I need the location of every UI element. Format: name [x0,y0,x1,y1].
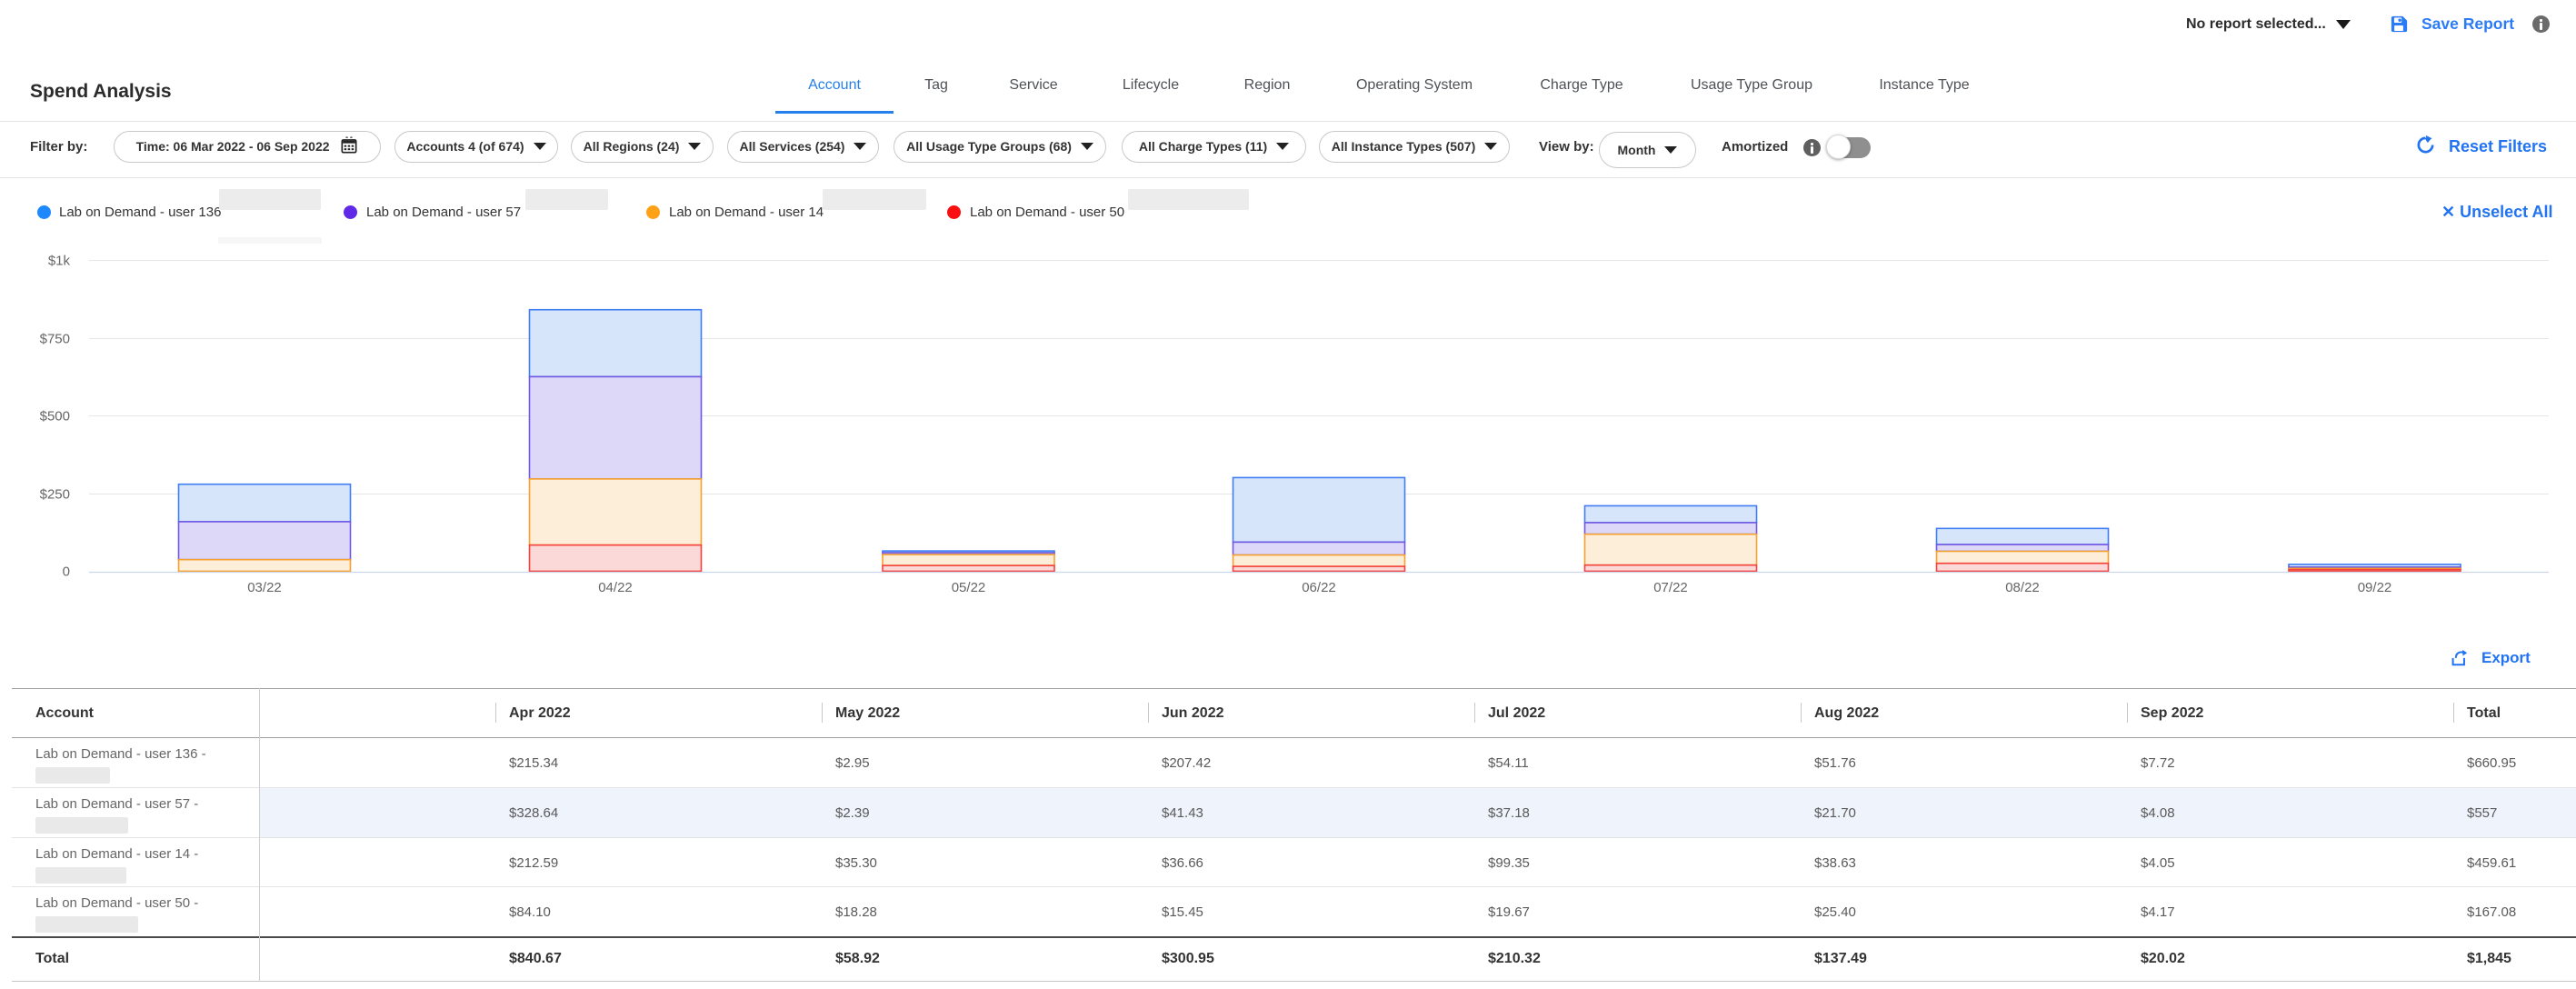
svg-text:$750: $750 [40,332,70,347]
svg-text:$250: $250 [40,487,70,503]
svg-text:$1k: $1k [48,254,71,269]
svg-text:08/22: 08/22 [2005,580,2040,595]
svg-text:06/22: 06/22 [1302,580,1336,595]
svg-text:07/22: 07/22 [1653,580,1688,595]
svg-text:0: 0 [63,564,70,580]
svg-text:09/22: 09/22 [2358,580,2392,595]
svg-text:04/22: 04/22 [598,580,633,595]
svg-text:03/22: 03/22 [247,580,282,595]
svg-text:05/22: 05/22 [952,580,986,595]
svg-text:$500: $500 [40,409,70,425]
